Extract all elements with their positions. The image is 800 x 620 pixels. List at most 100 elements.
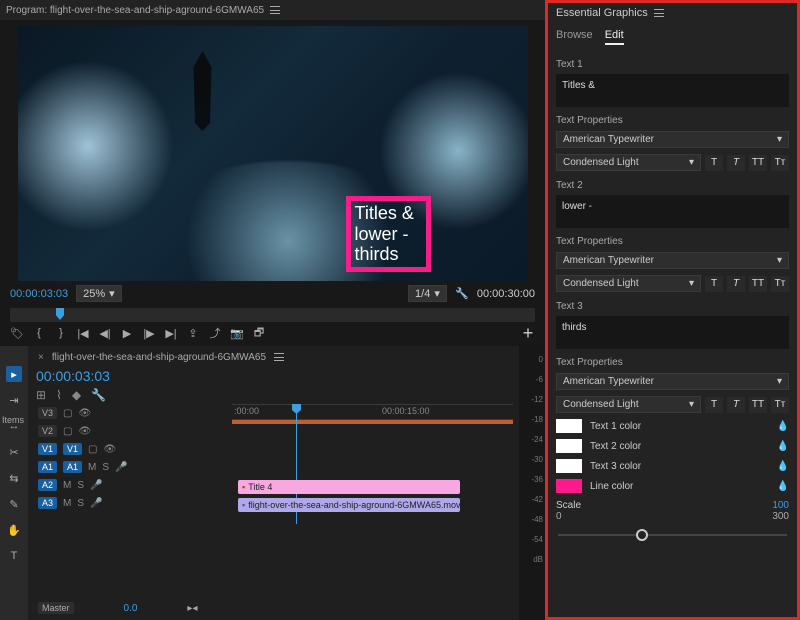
link-icon[interactable]: ⌇	[56, 388, 62, 402]
eyedropper-icon[interactable]: 💧	[777, 421, 789, 432]
resolution-select[interactable]: 1/4▾	[408, 285, 447, 302]
track-v3-toggle[interactable]: V3	[38, 407, 57, 419]
text3-input[interactable]: thirds	[556, 316, 789, 349]
text3-font-select[interactable]: American Typewriter▾	[556, 373, 789, 390]
clip-video[interactable]: ▪flight-over-the-sea-and-ship-aground-6G…	[238, 498, 460, 512]
compare-icon[interactable]: 🗗	[252, 326, 266, 340]
title-overlay[interactable]: Titles & lower - thirds	[346, 196, 431, 272]
extract-icon[interactable]: ⤴	[208, 326, 222, 340]
in-icon[interactable]: {	[32, 326, 46, 340]
panel-menu-icon[interactable]	[654, 9, 664, 17]
tab-browse[interactable]: Browse	[556, 29, 593, 45]
text2-color-swatch[interactable]	[556, 439, 582, 453]
snap-icon[interactable]: ⊞	[36, 388, 46, 402]
source-v1[interactable]: V1	[38, 443, 57, 455]
export-frame-icon[interactable]: 📷	[230, 326, 244, 340]
bold-button[interactable]: T	[705, 276, 723, 292]
text1-input[interactable]: Titles &	[556, 74, 789, 107]
track-v2-toggle[interactable]: V2	[38, 425, 57, 437]
text2-font-select[interactable]: American Typewriter▾	[556, 252, 789, 269]
eyedropper-icon[interactable]: 💧	[777, 461, 789, 472]
track-a2-toggle[interactable]: A2	[38, 479, 57, 491]
text2-input[interactable]: lower -	[556, 195, 789, 228]
source-a1[interactable]: A1	[38, 461, 57, 473]
zoom-select[interactable]: 25%▾	[76, 285, 122, 302]
mute-icon[interactable]: ▢	[63, 408, 72, 419]
settings-icon[interactable]: 🔧	[91, 388, 106, 402]
line-color-swatch[interactable]	[556, 479, 582, 493]
type-tool-icon[interactable]: T	[6, 548, 22, 564]
wrench-icon[interactable]: 🔧	[455, 287, 469, 301]
timeline-timecode[interactable]: 00:00:03:03	[32, 366, 513, 386]
fx-icon[interactable]: ▸◂	[187, 603, 197, 614]
mute-icon[interactable]: ▢	[63, 426, 72, 437]
lift-icon[interactable]: ⇪	[186, 326, 200, 340]
program-scrubber[interactable]	[10, 308, 535, 322]
chevron-down-icon: ▾	[777, 255, 782, 266]
eyedropper-icon[interactable]: 💧	[777, 481, 789, 492]
bold-button[interactable]: T	[705, 155, 723, 171]
slip-tool-icon[interactable]: ⇆	[6, 470, 22, 486]
track-v1-toggle[interactable]: V1	[63, 443, 82, 455]
allcaps-button[interactable]: TT	[749, 276, 767, 292]
text1-label: Text 1	[548, 53, 797, 72]
smallcaps-button[interactable]: Tт	[771, 276, 789, 292]
mic-icon[interactable]: 🎤	[115, 462, 127, 473]
text2-style-select[interactable]: Condensed Light▾	[556, 275, 701, 292]
eye-icon[interactable]: 👁	[78, 408, 91, 419]
text1-font-select[interactable]: American Typewriter▾	[556, 131, 789, 148]
go-in-icon[interactable]: |◀	[76, 326, 90, 340]
timecode[interactable]: 00:00:03:03	[10, 288, 68, 300]
italic-button[interactable]: T	[727, 155, 745, 171]
italic-button[interactable]: T	[727, 397, 745, 413]
text3-color-swatch[interactable]	[556, 459, 582, 473]
track-select-tool-icon[interactable]: ⇥	[6, 392, 22, 408]
italic-button[interactable]: T	[727, 276, 745, 292]
timeline-ruler[interactable]: :00:00 00:00:15:00	[232, 404, 513, 420]
timeline-track-area[interactable]: :00:00 00:00:15:00 ▪Title 4 ▪flight-over…	[232, 404, 513, 600]
allcaps-button[interactable]: TT	[749, 397, 767, 413]
marker-tool-icon[interactable]: ◆	[72, 388, 81, 402]
smallcaps-button[interactable]: Tт	[771, 155, 789, 171]
mic-icon[interactable]: 🎤	[90, 480, 102, 491]
mute-icon[interactable]: ▢	[88, 444, 97, 455]
sequence-tab[interactable]: flight-over-the-sea-and-ship-aground-6GM…	[52, 352, 266, 363]
bold-button[interactable]: T	[705, 397, 723, 413]
add-button-icon[interactable]: +	[521, 326, 535, 340]
eyedropper-icon[interactable]: 💧	[777, 441, 789, 452]
out-icon[interactable]: }	[54, 326, 68, 340]
panel-menu-icon[interactable]	[270, 6, 280, 14]
selection-tool-icon[interactable]: ▸	[6, 366, 22, 382]
track-a1-toggle[interactable]: A1	[63, 461, 82, 473]
master-track[interactable]: Master	[38, 602, 74, 614]
step-fwd-icon[interactable]: |▶	[142, 326, 156, 340]
allcaps-button[interactable]: TT	[749, 155, 767, 171]
work-area-bar[interactable]	[232, 420, 513, 424]
eye-icon[interactable]: 👁	[103, 444, 116, 455]
eye-icon[interactable]: 👁	[78, 426, 91, 437]
slider-thumb[interactable]	[636, 529, 648, 541]
scale-value[interactable]: 100	[772, 500, 789, 511]
track-a3-toggle[interactable]: A3	[38, 497, 57, 509]
smallcaps-button[interactable]: Tт	[771, 397, 789, 413]
clip-title[interactable]: ▪Title 4	[238, 480, 460, 494]
marker-icon[interactable]: 🏷	[10, 326, 24, 340]
tab-edit[interactable]: Edit	[605, 29, 624, 45]
pen-tool-icon[interactable]: ✎	[6, 496, 22, 512]
track-headers: V3▢👁 V2▢👁 V1V1▢👁 A1A1MS🎤 A2MS🎤 A3MS🎤	[32, 404, 232, 600]
razor-tool-icon[interactable]: ✂	[6, 444, 22, 460]
mic-icon[interactable]: 🎤	[90, 498, 102, 509]
close-tab-icon[interactable]: ×	[38, 352, 44, 363]
text3-style-select[interactable]: Condensed Light▾	[556, 396, 701, 413]
master-volume[interactable]: 0.0	[124, 603, 138, 614]
playhead-icon[interactable]	[56, 308, 64, 320]
step-back-icon[interactable]: ◀|	[98, 326, 112, 340]
go-out-icon[interactable]: ▶|	[164, 326, 178, 340]
hand-tool-icon[interactable]: ✋	[6, 522, 22, 538]
play-icon[interactable]: ▶	[120, 326, 134, 340]
scale-slider[interactable]	[558, 528, 787, 542]
text1-color-swatch[interactable]	[556, 419, 582, 433]
program-viewer[interactable]: Titles & lower - thirds	[18, 26, 528, 281]
text1-style-select[interactable]: Condensed Light▾	[556, 154, 701, 171]
panel-menu-icon[interactable]	[274, 353, 284, 361]
